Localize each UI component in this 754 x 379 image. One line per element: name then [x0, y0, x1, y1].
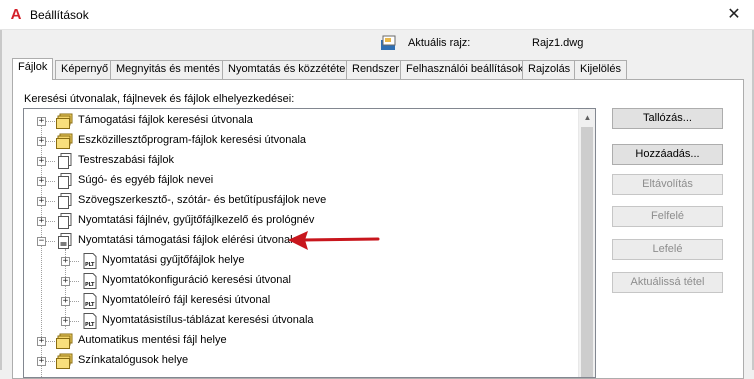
move-up-button[interactable]: Felfelé [612, 206, 723, 227]
tree-item-label: Automatikus mentési fájl helye [78, 334, 227, 346]
expand-plus-icon[interactable]: + [61, 257, 70, 266]
folder-stack-icon [56, 333, 73, 349]
tree-item-label: Nyomtatókonfiguráció keresési útvonal [102, 274, 291, 286]
tab-user-preferences[interactable]: Felhasználói beállítások [400, 60, 530, 79]
plt-file-icon: PLT [83, 293, 97, 309]
tree-item-label: Eszközillesztőprogram-fájlok keresési út… [78, 134, 307, 146]
tree-item-label: Szövegszerkesztő-, szótár- és betűtípusf… [78, 194, 327, 206]
move-down-button[interactable]: Lefelé [612, 239, 723, 260]
expand-plus-icon[interactable]: + [37, 357, 46, 366]
current-drawing-name: Rajz1.dwg [532, 37, 584, 49]
tree-item[interactable]: + Szövegszerkesztő-, szótár- és betűtípu… [24, 191, 580, 211]
tab-system[interactable]: Rendszer [346, 60, 406, 79]
scrollbar-thumb[interactable] [581, 127, 593, 377]
folder-stack-icon [56, 133, 73, 149]
tree-scrollbar[interactable]: ▲ [578, 109, 595, 377]
tree-child-item[interactable]: + PLT Nyomtatóleíró fájl keresési útvona… [24, 291, 580, 311]
tree-item[interactable]: + Támogatási fájlok keresési útvonala [24, 111, 580, 131]
expand-plus-icon[interactable]: + [61, 317, 70, 326]
current-drawing-label: Aktuális rajz: [408, 37, 471, 49]
tree-item[interactable]: + Testreszabási fájlok [24, 151, 580, 171]
expand-plus-icon[interactable]: + [37, 337, 46, 346]
scroll-up-arrow-icon[interactable]: ▲ [579, 109, 595, 126]
svg-text:PLT: PLT [85, 282, 95, 288]
document-stack-icon [58, 153, 72, 169]
tab-display[interactable]: Képernyő [55, 60, 115, 79]
tree-item-label: Testreszabási fájlok [78, 154, 174, 166]
remove-button[interactable]: Eltávolítás [612, 174, 723, 195]
add-button[interactable]: Hozzáadás... [612, 144, 723, 165]
expand-plus-icon[interactable]: + [37, 137, 46, 146]
browse-button[interactable]: Tallózás... [612, 108, 723, 129]
svg-text:PLT: PLT [85, 262, 95, 268]
tree-item[interactable]: + Súgó- és egyéb fájlok nevei [24, 171, 580, 191]
tree-item-label: Nyomtatási támogatási fájlok elérési útv… [78, 234, 299, 246]
tree-child-item[interactable]: + PLT Nyomtatókonfiguráció keresési útvo… [24, 271, 580, 291]
tree-item-label: Színkatalógusok helye [78, 354, 189, 366]
tab-files[interactable]: Fájlok [12, 58, 54, 80]
tree-item-label: Nyomtatóleíró fájl keresési útvonal [102, 294, 271, 306]
document-stack-icon [58, 213, 72, 229]
tab-strip: Fájlok Képernyő Megnyitás és mentés Nyom… [12, 58, 752, 80]
tree-item-label: Súgó- és egyéb fájlok nevei [78, 174, 214, 186]
tree-item-label: Nyomtatásistílus-táblázat keresési útvon… [102, 314, 314, 326]
window-left-border [0, 30, 2, 370]
tree-child-item[interactable]: + PLT Nyomtatási gyűjtőfájlok helye [24, 251, 580, 271]
window-title: Beállítások [30, 8, 89, 22]
tab-drafting[interactable]: Rajzolás [522, 60, 577, 79]
tree-item[interactable]: + Színkatalógusok helye [24, 351, 580, 371]
tab-open-and-save[interactable]: Megnyitás és mentés [110, 60, 226, 79]
close-button[interactable]: ✕ [714, 0, 754, 30]
document-stack-icon [58, 193, 72, 209]
tree-item-label: Támogatási fájlok keresési útvonala [78, 114, 253, 126]
svg-text:PLT: PLT [85, 302, 95, 308]
printer-document-icon [58, 233, 72, 249]
collapse-minus-icon[interactable]: − [37, 237, 46, 246]
expand-plus-icon[interactable]: + [61, 297, 70, 306]
folder-stack-icon [56, 353, 73, 369]
plt-file-icon: PLT [83, 253, 97, 269]
folder-stack-icon [56, 113, 73, 129]
tree-item-label: Nyomtatási fájlnév, gyűjtőfájlkezelő és … [78, 214, 315, 226]
expand-plus-icon[interactable]: + [37, 217, 46, 226]
expand-plus-icon[interactable]: + [61, 277, 70, 286]
title-bar[interactable]: A Beállítások ✕ [0, 0, 754, 30]
red-arrow-annotation [288, 231, 380, 250]
tree-item[interactable]: + Automatikus mentési fájl helye [24, 331, 580, 351]
expand-plus-icon[interactable]: + [37, 177, 46, 186]
plt-file-icon: PLT [83, 273, 97, 289]
tree-item-label: Nyomtatási gyűjtőfájlok helye [102, 254, 245, 266]
search-paths-label: Keresési útvonalak, fájlnevek és fájlok … [24, 93, 295, 105]
document-stack-icon [58, 173, 72, 189]
tab-selection[interactable]: Kijelölés [574, 60, 627, 79]
set-current-button[interactable]: Aktuálissá tétel [612, 272, 723, 293]
drawing-file-icon [381, 35, 396, 50]
tab-plot-and-publish[interactable]: Nyomtatás és közzététel [222, 60, 354, 79]
tree-item[interactable]: + Eszközillesztőprogram-fájlok keresési … [24, 131, 580, 151]
expand-plus-icon[interactable]: + [37, 117, 46, 126]
tree-item[interactable]: + Nyomtatási fájlnév, gyűjtőfájlkezelő é… [24, 211, 580, 231]
autocad-logo-icon: A [10, 6, 22, 23]
expand-plus-icon[interactable]: + [37, 157, 46, 166]
plt-file-icon: PLT [83, 313, 97, 329]
expand-plus-icon[interactable]: + [37, 197, 46, 206]
tree-child-item[interactable]: + PLT Nyomtatásistílus-táblázat keresési… [24, 311, 580, 331]
svg-text:PLT: PLT [85, 322, 95, 328]
